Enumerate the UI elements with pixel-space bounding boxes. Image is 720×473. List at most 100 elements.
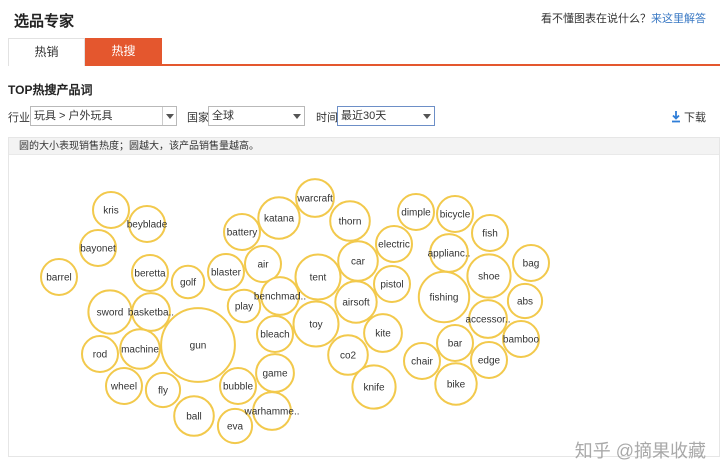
bubble-bamboo[interactable]: bamboo — [502, 320, 540, 358]
industry-select-value: 玩具 > 户外玩具 — [34, 110, 113, 122]
country-select[interactable]: 全球 — [208, 106, 305, 126]
chevron-down-icon — [420, 107, 434, 125]
bubble-label: bag — [523, 259, 540, 270]
bubble-label: chair — [411, 357, 433, 368]
bubble-game[interactable]: game — [255, 353, 295, 393]
bubble-dimple[interactable]: dimple — [397, 193, 435, 231]
bubble-label: thorn — [339, 217, 362, 228]
bubble-bayonet[interactable]: bayonet — [79, 229, 117, 267]
time-select-value: 最近30天 — [341, 110, 387, 122]
bubble-bleach[interactable]: bleach — [256, 315, 294, 353]
bubble-label: applianc.. — [428, 249, 471, 260]
bubble-wheel[interactable]: wheel — [105, 367, 143, 405]
bubble-bar[interactable]: bar — [436, 324, 474, 362]
help-prefix: 看不懂图表在说什么？ — [541, 13, 651, 25]
bubble-label: airsoft — [342, 298, 369, 309]
bubble-label: toy — [309, 320, 322, 331]
bubble-blaster[interactable]: blaster — [207, 253, 245, 291]
bubble-toy[interactable]: toy — [292, 300, 340, 348]
bubble-label: car — [351, 257, 366, 268]
help-link[interactable]: 来这里解答 — [651, 13, 706, 25]
bubble-thorn[interactable]: thorn — [329, 200, 371, 242]
bubble-label: bamboo — [503, 335, 540, 346]
bubble-beretta[interactable]: beretta — [131, 254, 169, 292]
bubble-beyblade[interactable]: beyblade — [127, 205, 168, 243]
bubble-label: beyblade — [127, 220, 168, 231]
bubble-warcraft[interactable]: warcraft — [295, 178, 335, 218]
bubble-car[interactable]: car — [337, 240, 379, 282]
bubble-label: electric — [378, 240, 410, 251]
time-select[interactable]: 最近30天 — [337, 106, 435, 126]
download-button[interactable]: 下载 — [671, 109, 706, 125]
bubble-chair[interactable]: chair — [403, 342, 441, 380]
bubble-tent[interactable]: tent — [294, 253, 342, 301]
bubble-bag[interactable]: bag — [512, 244, 550, 282]
bubble-shoe[interactable]: shoe — [466, 253, 512, 299]
bubble-label: machine — [121, 345, 159, 356]
bubble-gun[interactable]: gun — [160, 307, 236, 383]
bubble-electric[interactable]: electric — [375, 225, 413, 263]
bubble-label: bubble — [223, 382, 253, 393]
bubble-applianc[interactable]: applianc.. — [428, 233, 471, 273]
bubble-label: ball — [186, 412, 202, 423]
bubble-barrel[interactable]: barrel — [40, 258, 78, 296]
bubble-bike[interactable]: bike — [434, 362, 478, 406]
bubble-label: tent — [310, 273, 327, 284]
bubble-label: wheel — [110, 382, 137, 393]
bubble-label: abs — [517, 297, 533, 308]
download-label: 下载 — [684, 112, 706, 124]
chevron-down-icon — [162, 107, 176, 125]
bubble-kite[interactable]: kite — [363, 313, 403, 353]
bubble-label: kite — [375, 329, 391, 340]
bubble-label: shoe — [478, 272, 500, 283]
bubble-fly[interactable]: fly — [144, 371, 182, 409]
tab-hot-sale[interactable]: 热销 — [8, 38, 85, 66]
bubble-fishing[interactable]: fishing — [417, 270, 471, 324]
download-icon — [672, 111, 680, 123]
page-header: 选品专家 看不懂图表在说什么？来这里解答 — [0, 0, 720, 36]
bubble-label: fly — [158, 386, 168, 397]
bubble-knife[interactable]: knife — [351, 364, 397, 410]
bubble-kris[interactable]: kris — [92, 191, 130, 229]
time-label: 时间 — [316, 112, 338, 124]
bubble-label: knife — [363, 383, 385, 394]
bubble-pistol[interactable]: pistol — [373, 265, 411, 303]
bubble-fish[interactable]: fish — [471, 214, 509, 252]
bubble-machine[interactable]: machine — [119, 328, 161, 370]
bubble-airsoft[interactable]: airsoft — [334, 280, 378, 324]
bubble-label: blaster — [211, 268, 242, 279]
bubble-edge[interactable]: edge — [470, 341, 508, 379]
bubble-label: kris — [103, 206, 119, 217]
bubble-label: bike — [447, 380, 466, 391]
filter-bar: 行业 玩具 > 户外玩具 国家 全球 时间 最近30天 下载 — [0, 105, 720, 127]
bubble-label: gun — [190, 341, 207, 352]
bubble-label: benchmad.. — [254, 292, 306, 303]
bubble-ball[interactable]: ball — [173, 395, 215, 437]
industry-select[interactable]: 玩具 > 户外玩具 — [30, 106, 177, 126]
bubble-bicycle[interactable]: bicycle — [436, 195, 474, 233]
bubble-label: eva — [227, 422, 244, 433]
bubble-label: pistol — [380, 280, 403, 291]
bubble-abs[interactable]: abs — [506, 282, 544, 320]
bubble-label: air — [257, 260, 269, 271]
bubble-katana[interactable]: katana — [257, 196, 301, 240]
bubble-label: golf — [180, 278, 196, 289]
bubble-rod[interactable]: rod — [81, 335, 119, 373]
tab-hot-search[interactable]: 热搜 — [85, 38, 162, 66]
bubble-label: fishing — [430, 293, 459, 304]
section-title: TOP热搜产品词 — [8, 83, 93, 97]
bubble-label: co2 — [340, 351, 357, 362]
help-text: 看不懂图表在说什么？来这里解答 — [541, 10, 706, 26]
bubble-sword[interactable]: sword — [87, 289, 133, 335]
bubble-bubble[interactable]: bubble — [219, 367, 257, 405]
page-title: 选品专家 — [14, 13, 75, 30]
bubble-label: bar — [448, 339, 463, 350]
bubble-label: warhamme.. — [243, 407, 299, 418]
bubble-battery[interactable]: battery — [223, 213, 261, 251]
bubble-label: battery — [227, 228, 258, 239]
bubble-chart-panel: 圆的大小表现销售热度；圆越大，该产品销售量越高。 kris beyblade bay… — [8, 137, 720, 457]
industry-label: 行业 — [8, 112, 30, 124]
bubble-golf[interactable]: golf — [170, 264, 206, 300]
bubble-chart: kris beyblade bayonet barrel beretta golf swor… — [40, 178, 550, 445]
watermark: 知乎 @摘果收藏 — [574, 441, 706, 461]
